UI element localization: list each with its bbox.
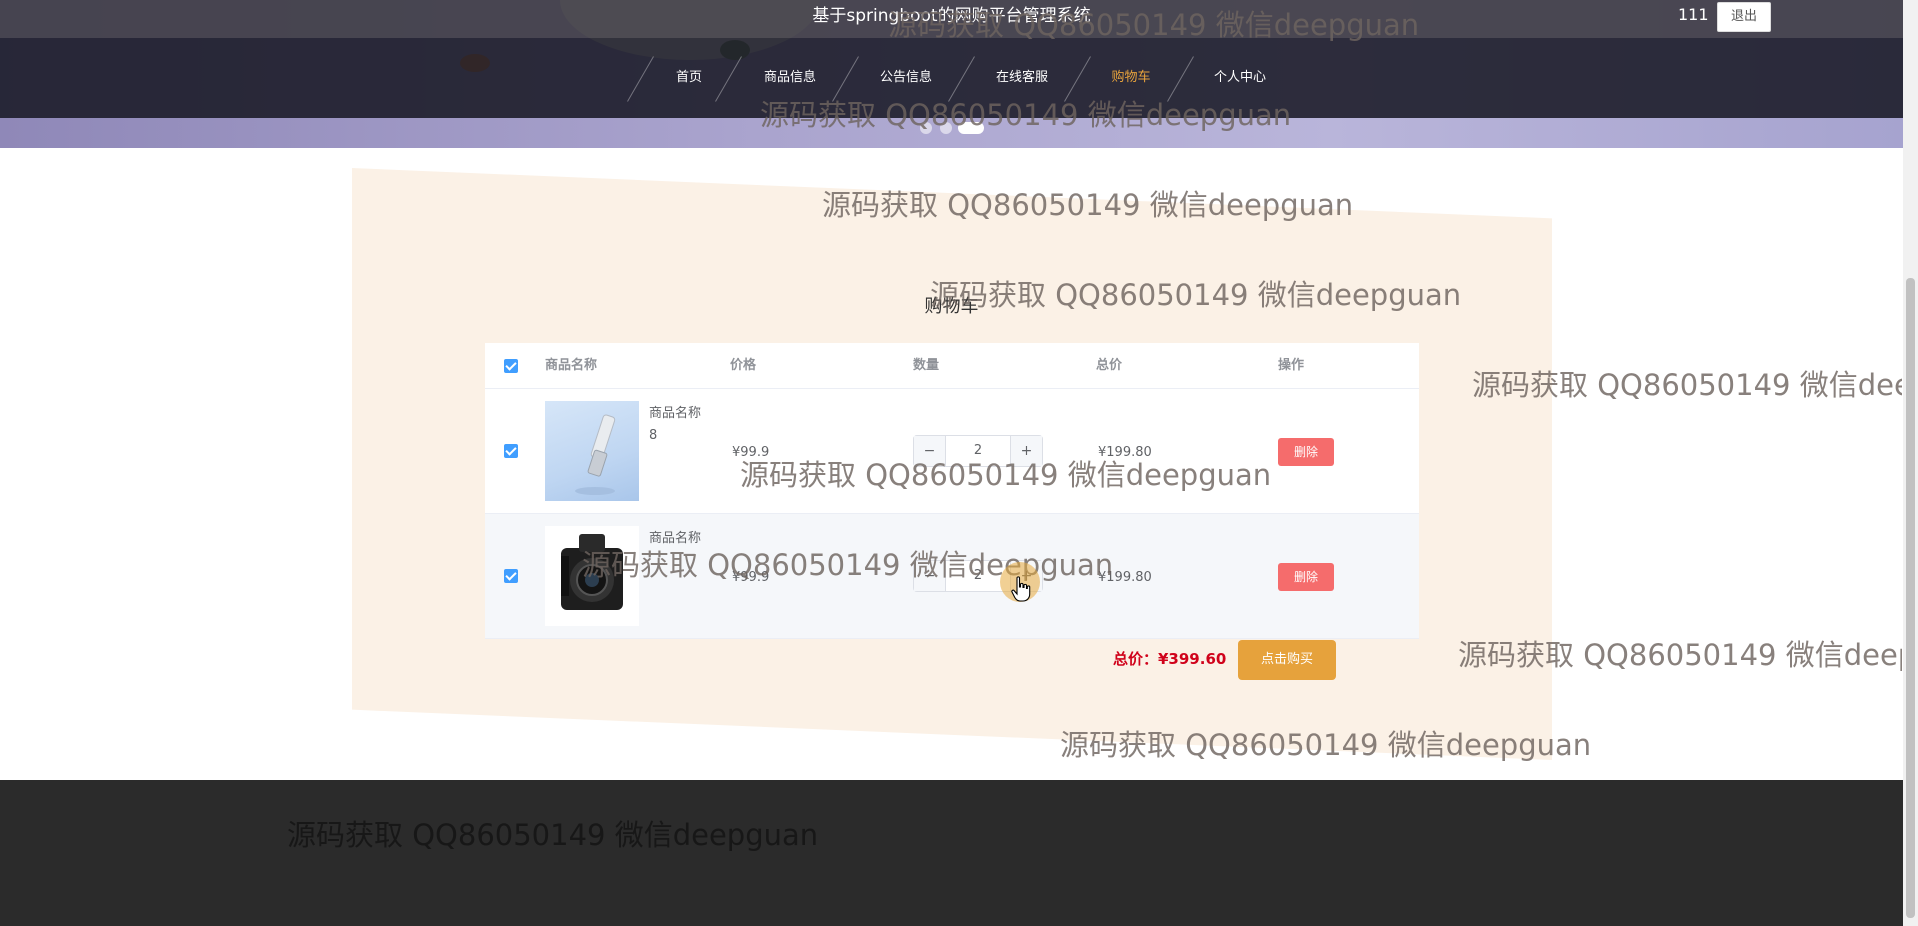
product-name: 商品名称8 [649,406,702,443]
select-all-checkbox[interactable] [504,359,518,373]
item-subtotal: ¥199.80 [1098,445,1152,460]
row-checkbox[interactable] [504,444,518,458]
bottle-image [575,414,616,495]
column-header-price: 价格 [730,358,757,373]
column-header-subtotal: 总价 [1096,358,1123,373]
scrollbar[interactable] [1903,0,1918,926]
decrease-quantity-button[interactable]: − [914,436,946,466]
site-title: 基于springboot的网购平台管理系统 [812,6,1091,26]
delete-button[interactable]: 删除 [1278,438,1334,466]
carousel-dot-1[interactable] [920,122,932,134]
camera-image [561,534,623,610]
scrollbar-thumb[interactable] [1906,278,1915,918]
product-price: ¥99.9 [732,445,770,460]
footer [0,780,1903,926]
nav-customer-service[interactable]: 在线客服 [967,38,1077,118]
carousel-dot-3[interactable] [958,122,984,134]
cart-total: 总价：¥399.60 [1113,650,1227,668]
page-title: 购物车 [924,296,979,317]
column-header-name: 商品名称 [545,358,598,373]
buy-button[interactable]: 点击购买 [1238,640,1336,680]
quantity-input[interactable]: 2 [946,436,1010,466]
table-header: 商品名称 价格 数量 总价 操作 [485,343,1419,389]
column-header-quantity: 数量 [913,358,940,373]
product-price: ¥99.9 [732,570,770,585]
decrease-quantity-button[interactable]: − [914,561,946,591]
logout-button[interactable]: 退出 [1717,2,1771,32]
product-image[interactable] [545,526,639,626]
quantity-stepper: − 2 + [913,435,1043,467]
nav-products[interactable]: 商品信息 [735,38,845,118]
product-name: 商品名称 [649,531,702,546]
product-image[interactable] [545,401,639,501]
row-checkbox[interactable] [504,569,518,583]
table-row: 商品名称 ¥99.9 − 2 + ¥199.80 删除 [485,514,1419,639]
nav-personal-center[interactable]: 个人中心 [1185,38,1295,118]
increase-quantity-button[interactable]: + [1010,436,1042,466]
cart-table: 商品名称 价格 数量 总价 操作 商品名称8 ¥99.9 − 2 + ¥199.… [485,343,1419,639]
nav-cart[interactable]: 购物车 [1076,38,1186,118]
username: 111 [1678,5,1709,24]
table-row: 商品名称8 ¥99.9 − 2 + ¥199.80 删除 [485,389,1419,514]
column-header-action: 操作 [1278,358,1305,373]
item-subtotal: ¥199.80 [1098,570,1152,585]
nav-announcements[interactable]: 公告信息 [851,38,961,118]
delete-button[interactable]: 删除 [1278,563,1334,591]
hand-cursor-icon [1011,576,1031,602]
carousel-dot-2[interactable] [940,122,952,134]
